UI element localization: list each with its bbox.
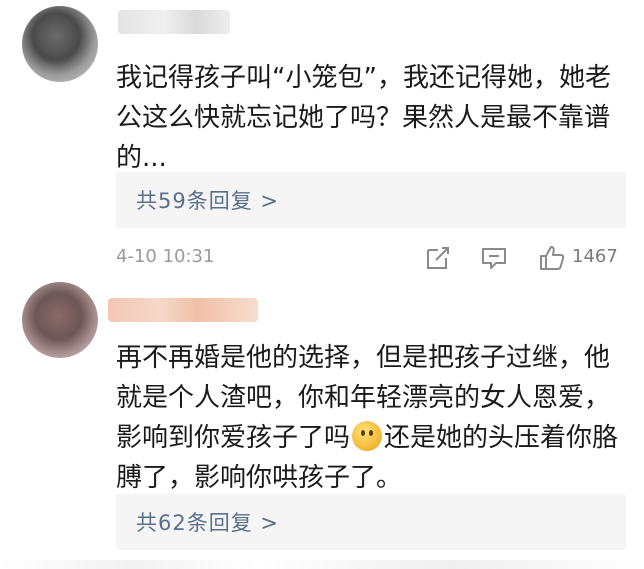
replies-count-label: 共59条回复 >: [136, 189, 279, 213]
view-replies-button[interactable]: 共59条回复 >: [116, 172, 626, 228]
comment-text: 再不再婚是他的选择，但是把孩子过继，他就是个人渣吧，你和年轻漂亮的女人恩爱，影响…: [116, 338, 626, 498]
commenter-avatar[interactable]: [22, 282, 98, 358]
comment-meta-bar: 4-10 10:31 1467: [116, 238, 626, 278]
view-replies-button[interactable]: 共62条回复 >: [116, 494, 626, 550]
commenter-avatar[interactable]: [22, 6, 98, 82]
thinking-face-emoji-icon: [352, 421, 383, 451]
blurred-username[interactable]: [118, 10, 230, 34]
comment-text: 我记得孩子叫“小笼包”，我还记得她，她老公这么快就忘记她了吗？果然人是最不靠谱的…: [116, 63, 611, 173]
thumbs-up-icon[interactable]: [538, 244, 566, 272]
like-count: 1467: [572, 246, 618, 267]
comment-timestamp: 4-10 10:31: [116, 246, 215, 267]
blurred-username[interactable]: [108, 298, 258, 322]
comment-icon[interactable]: [480, 244, 508, 272]
replies-count-label: 共62条回复 >: [136, 511, 279, 535]
share-icon[interactable]: [424, 244, 452, 272]
next-comment-fragment: [0, 560, 644, 569]
